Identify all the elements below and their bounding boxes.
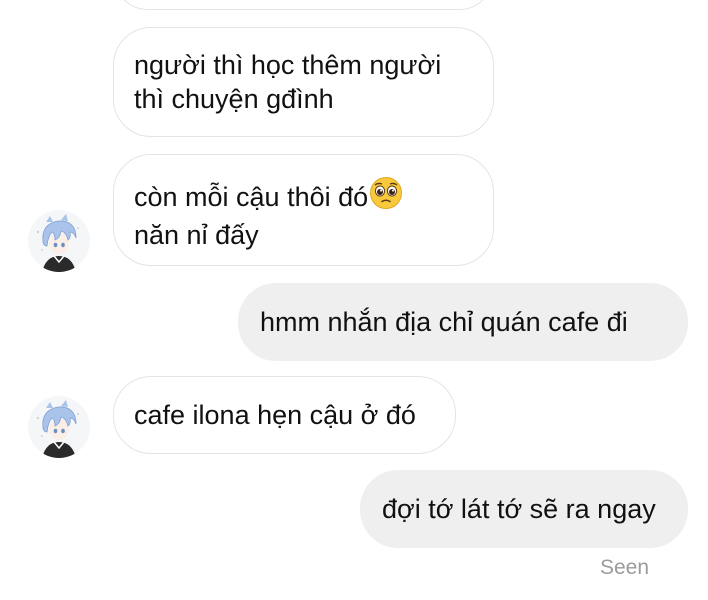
message-text-line: đợi tớ lát tớ sẽ ra ngay: [382, 494, 656, 524]
message-bubble-outgoing[interactable]: hmm nhắn địa chỉ quán cafe đi: [238, 283, 688, 361]
message-bubble-incoming[interactable]: còn mỗi cậu thôi đó năn nỉ đấy: [113, 154, 494, 266]
message-bubble-incoming[interactable]: cafe ilona hẹn cậu ở đó: [113, 376, 456, 454]
seen-status: Seen: [600, 556, 650, 579]
message-text-line: năn nỉ đấy: [134, 220, 259, 250]
message-text-line: cafe ilona hẹn cậu ở đó: [134, 400, 416, 430]
avatar[interactable]: [28, 210, 90, 272]
message-bubble-outgoing[interactable]: đợi tớ lát tớ sẽ ra ngay: [360, 470, 688, 548]
message-text: còn mỗi cậu thôi đó: [134, 182, 369, 212]
avatar[interactable]: [28, 396, 90, 458]
message-text-line: người thì học thêm người: [134, 50, 442, 80]
message-text-line: còn mỗi cậu thôi đó: [134, 176, 473, 218]
message-text-line: hmm nhắn địa chỉ quán cafe đi: [260, 307, 628, 337]
message-bubble-incoming[interactable]: người thì học thêm người thì chuyện gđìn…: [113, 27, 494, 137]
message-text-line: thì chuyện gđình: [134, 84, 334, 114]
pleading-face-emoji-icon: [369, 176, 403, 218]
previous-message-bubble[interactable]: [113, 0, 494, 10]
